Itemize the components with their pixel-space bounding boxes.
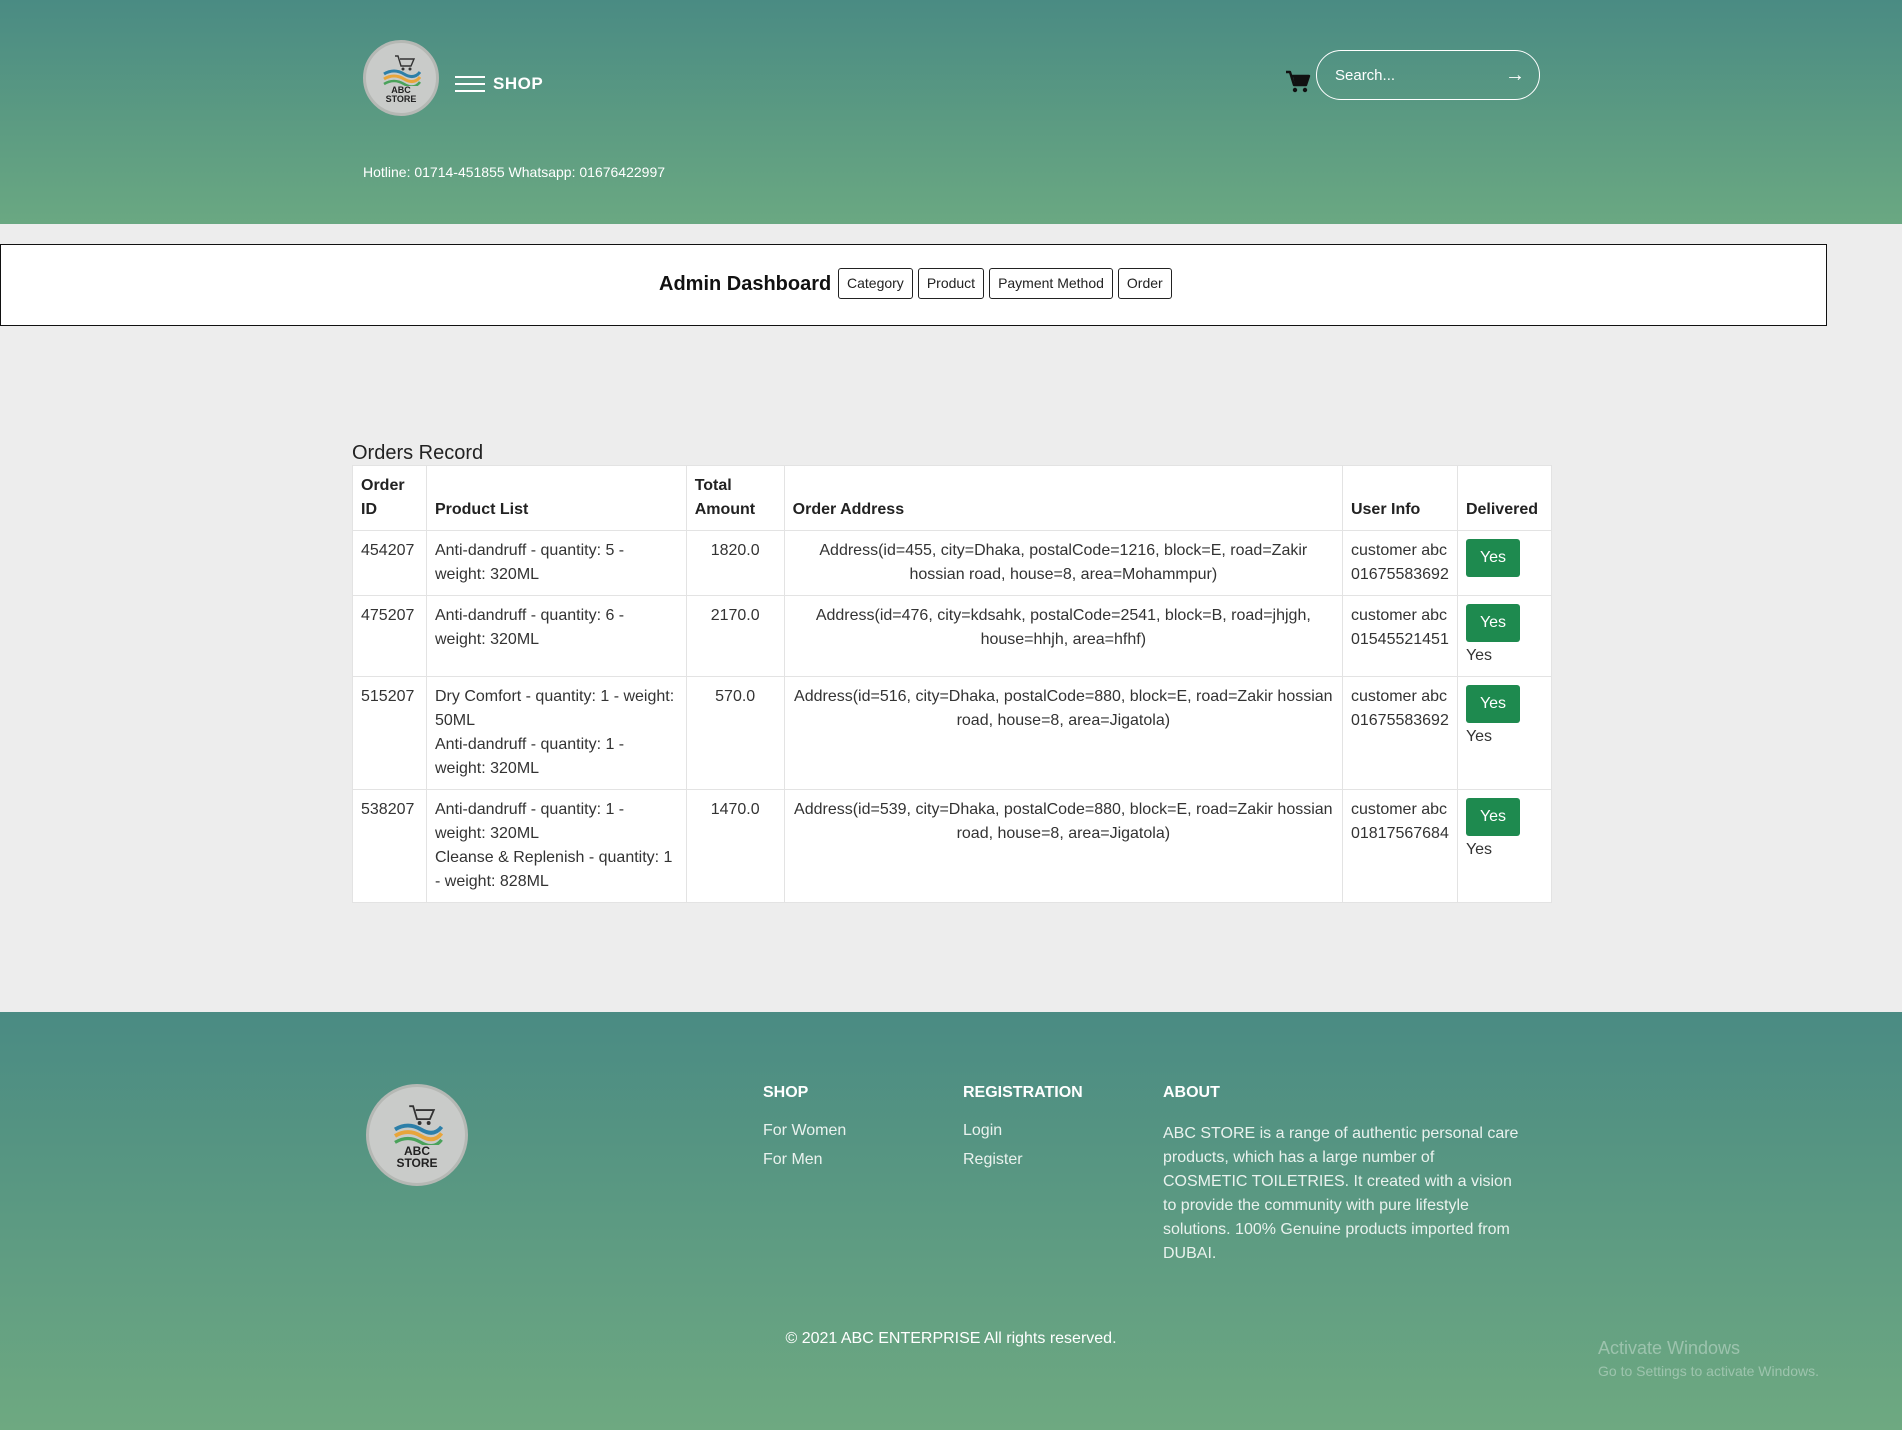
table-header-row: Order ID Product List Total Amount Order… [352, 465, 1553, 531]
order-id: 475207 [352, 595, 427, 677]
col-order-address: Order Address [783, 465, 1343, 531]
register-link[interactable]: Register [963, 1151, 1083, 1169]
total-amount: 2170.0 [685, 595, 785, 677]
delivered-cell: Yes [1456, 530, 1553, 596]
product-button[interactable]: Product [917, 268, 985, 299]
total-amount: 1820.0 [685, 530, 785, 596]
site-header: ABC STORE SHOP Hotline: 01714-451855 Wha… [0, 0, 1902, 224]
cart-logo-icon [394, 1105, 444, 1145]
user-phone: 01545521451 [1350, 631, 1449, 648]
for-women-link[interactable]: For Women [763, 1122, 846, 1140]
activate-windows-watermark: Activate Windows Go to Settings to activ… [1598, 1338, 1819, 1379]
delivered-yes-button[interactable]: Yes [1465, 604, 1521, 642]
delivered-yes-button[interactable]: Yes [1465, 685, 1521, 723]
watermark-subtitle: Go to Settings to activate Windows. [1598, 1363, 1819, 1379]
user-info: customer abc 01545521451 [1341, 595, 1458, 677]
delivered-status-text: Yes [1465, 728, 1493, 745]
order-address: Address(id=539, city=Dhaka, postalCode=8… [783, 789, 1343, 903]
footer-about-column: ABOUT ABC STORE is a range of authentic … [1163, 1084, 1523, 1266]
orders-record-title: Orders Record [352, 442, 484, 464]
order-id: 454207 [352, 530, 427, 596]
product-item: Dry Comfort - quantity: 1 - weight: 50ML [434, 688, 675, 729]
for-men-link[interactable]: For Men [763, 1151, 846, 1169]
product-item: Anti-dandruff - quantity: 1 - weight: 32… [434, 801, 625, 842]
order-id: 538207 [352, 789, 427, 903]
about-text: ABC STORE is a range of authentic person… [1163, 1125, 1519, 1262]
product-list: Anti-dandruff - quantity: 5 - weight: 32… [425, 530, 687, 596]
user-name: customer abc [1350, 801, 1448, 818]
login-link[interactable]: Login [963, 1122, 1083, 1140]
col-delivered: Delivered [1456, 465, 1553, 531]
product-item: Anti-dandruff - quantity: 6 - weight: 32… [434, 607, 625, 648]
order-id: 515207 [352, 676, 427, 790]
admin-buttons: Category Product Payment Method Order [838, 268, 1172, 299]
admin-dashboard-title: Admin Dashboard [659, 273, 832, 295]
menu-icon [455, 76, 485, 92]
footer-shop-column: SHOP For Women For Men [763, 1084, 846, 1180]
delivered-yes-button[interactable]: Yes [1465, 539, 1521, 577]
product-item: Anti-dandruff - quantity: 5 - weight: 32… [434, 542, 625, 583]
watermark-title: Activate Windows [1598, 1338, 1741, 1358]
footer-registration-column: REGISTRATION Login Register [963, 1084, 1083, 1180]
col-order-id: Order ID [352, 465, 427, 531]
total-amount: 1470.0 [685, 789, 785, 903]
user-name: customer abc [1350, 542, 1448, 559]
table-row: 515207 Dry Comfort - quantity: 1 - weigh… [352, 676, 1553, 790]
user-phone: 01675583692 [1350, 566, 1449, 583]
delivered-status-text: Yes [1465, 647, 1493, 664]
arrow-right-icon[interactable]: → [1505, 64, 1525, 87]
orders-table: Order ID Product List Total Amount Order… [352, 465, 1553, 903]
delivered-yes-button[interactable]: Yes [1465, 798, 1521, 836]
order-address: Address(id=516, city=Dhaka, postalCode=8… [783, 676, 1343, 790]
cart-icon[interactable] [1285, 70, 1311, 94]
user-info: customer abc 01675583692 [1341, 676, 1458, 790]
shop-menu-toggle[interactable]: SHOP [455, 74, 543, 94]
user-phone: 01817567684 [1350, 825, 1449, 842]
cart-logo-icon [383, 55, 421, 86]
table-row: 475207 Anti-dandruff - quantity: 6 - wei… [352, 595, 1553, 677]
delivered-status-text: Yes [1465, 841, 1493, 858]
product-list: Dry Comfort - quantity: 1 - weight: 50ML… [425, 676, 687, 790]
payment-method-button[interactable]: Payment Method [989, 268, 1113, 299]
order-button[interactable]: Order [1117, 268, 1172, 299]
product-item: Anti-dandruff - quantity: 1 - weight: 32… [434, 736, 625, 777]
product-list: Anti-dandruff - quantity: 1 - weight: 32… [425, 789, 687, 903]
logo-line2: STORE [385, 94, 417, 104]
total-amount: 570.0 [685, 676, 785, 790]
footer-store-logo[interactable]: ABC STORE [366, 1084, 468, 1186]
col-total-amount: Total Amount [685, 465, 785, 531]
shop-menu-label: SHOP [493, 74, 544, 93]
order-address: Address(id=455, city=Dhaka, postalCode=1… [783, 530, 1343, 596]
delivered-cell: Yes Yes [1456, 676, 1553, 790]
delivered-cell: Yes Yes [1456, 789, 1553, 903]
footer-registration-heading: REGISTRATION [963, 1084, 1083, 1101]
site-footer: ABC STORE SHOP For Women For Men REGISTR… [0, 1012, 1902, 1430]
col-product-list: Product List [425, 465, 687, 531]
table-row: 454207 Anti-dandruff - quantity: 5 - wei… [352, 530, 1553, 596]
footer-shop-heading: SHOP [763, 1084, 809, 1101]
user-info: customer abc 01675583692 [1341, 530, 1458, 596]
hotline-text: Hotline: 01714-451855 Whatsapp: 01676422… [363, 164, 666, 180]
user-info: customer abc 01817567684 [1341, 789, 1458, 903]
table-row: 538207 Anti-dandruff - quantity: 1 - wei… [352, 789, 1553, 903]
delivered-cell: Yes Yes [1456, 595, 1553, 677]
category-button[interactable]: Category [838, 268, 913, 299]
product-item: Cleanse & Replenish - quantity: 1 - weig… [434, 849, 673, 890]
logo-line2: STORE [396, 1156, 438, 1170]
search-input[interactable] [1335, 66, 1505, 84]
user-name: customer abc [1350, 607, 1448, 624]
search-box: → [1316, 50, 1540, 100]
footer-about-heading: ABOUT [1163, 1084, 1220, 1101]
product-list: Anti-dandruff - quantity: 6 - weight: 32… [425, 595, 687, 677]
user-name: customer abc [1350, 688, 1448, 705]
store-logo[interactable]: ABC STORE [363, 40, 439, 116]
col-user-info: User Info [1341, 465, 1458, 531]
admin-nav-bar: Admin Dashboard Category Product Payment… [0, 244, 1827, 326]
order-address: Address(id=476, city=kdsahk, postalCode=… [783, 595, 1343, 677]
user-phone: 01675583692 [1350, 712, 1449, 729]
